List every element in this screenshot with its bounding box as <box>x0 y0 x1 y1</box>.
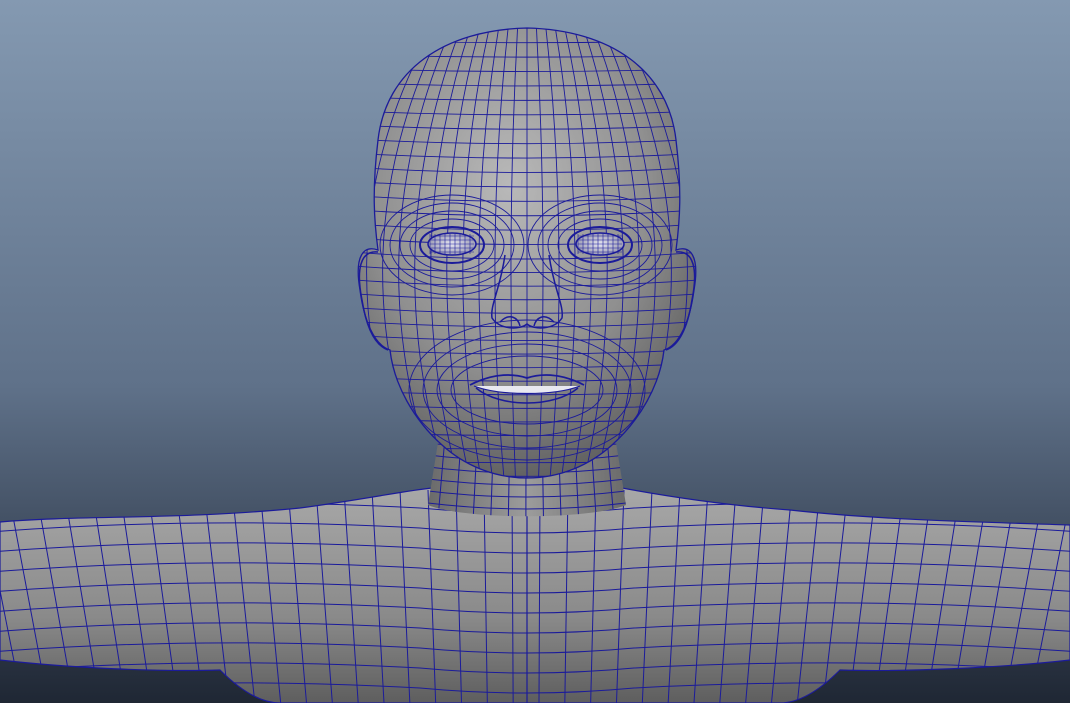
torso-and-arms-mesh <box>0 487 1070 703</box>
3d-viewport[interactable] <box>0 0 1070 703</box>
wireframe-mesh-render[interactable] <box>0 0 1070 703</box>
head-mesh <box>357 27 697 479</box>
